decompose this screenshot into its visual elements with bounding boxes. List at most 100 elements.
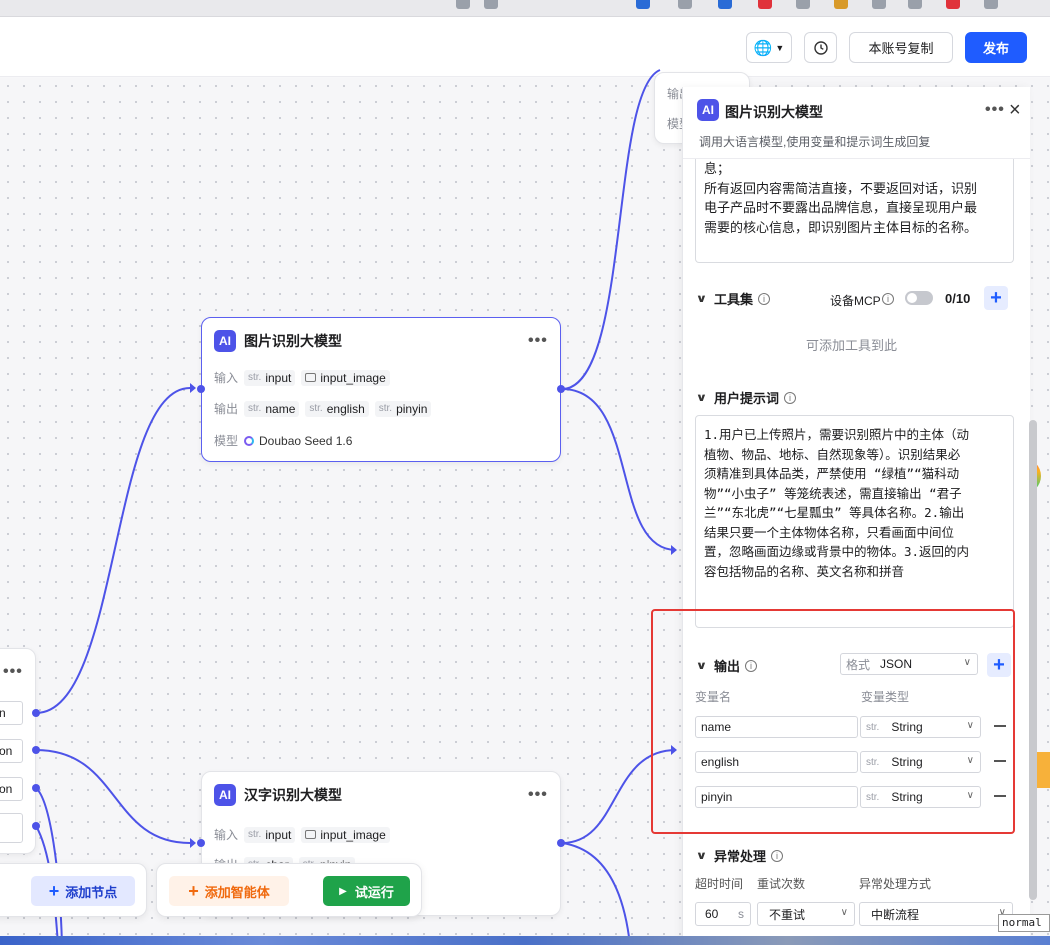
input-var-tag: input_image: [301, 826, 390, 843]
os-dock-strip: [0, 936, 1050, 945]
user-prompt-section-header[interactable]: ∨ 用户提示词 i: [695, 388, 796, 407]
plus-icon: +: [990, 286, 1002, 309]
error-title: 异常处理: [713, 849, 766, 864]
retry-value: 不重试: [769, 907, 806, 922]
col-timeout: 超时时间: [695, 877, 744, 891]
type-prefix: str.: [309, 403, 323, 414]
add-agent-button[interactable]: + 添加智能体: [169, 876, 289, 906]
input-var-tag: str. input: [244, 369, 296, 386]
more-icon[interactable]: •••: [985, 101, 1005, 119]
test-run-label: 试运行: [354, 884, 394, 900]
left-node-field[interactable]: on: [0, 739, 23, 763]
var-name: input: [265, 827, 292, 842]
var-name: name: [265, 401, 296, 416]
model-name: Doubao Seed 1.6: [259, 433, 353, 448]
var-name: input_image: [320, 370, 386, 385]
prompt-line: 须精准到具体品类，严禁使用 “绿植”“猫科动: [704, 466, 960, 481]
plus-icon: +: [188, 880, 199, 901]
col-retry: 重试次数: [757, 877, 806, 891]
user-prompt-title: 用户提示词: [713, 391, 779, 406]
more-icon[interactable]: •••: [3, 663, 23, 681]
add-node-button[interactable]: + 添加节点: [31, 876, 135, 906]
info-icon[interactable]: i: [757, 292, 770, 305]
prompt-line: 息；: [704, 161, 731, 176]
info-icon[interactable]: i: [882, 293, 894, 305]
tools-count: 0/10: [945, 291, 971, 306]
chevron-down-icon: ∨: [695, 392, 708, 404]
ai-icon: AI: [214, 784, 236, 806]
prompt-line: 置，忽略画面边缘或背景中的物体。3.返回的内: [704, 544, 970, 559]
left-node-field[interactable]: on: [0, 777, 23, 801]
more-icon[interactable]: •••: [528, 786, 548, 804]
output-port[interactable]: [32, 784, 40, 792]
output-port[interactable]: [32, 709, 40, 717]
node-inputs-row: 输入 str. input input_image: [214, 826, 396, 843]
tools-title: 工具集: [713, 292, 753, 307]
var-name: english: [326, 401, 365, 416]
more-icon[interactable]: •••: [528, 332, 548, 350]
mcp-toggle[interactable]: [905, 291, 933, 305]
error-handling-section-header[interactable]: ∨ 异常处理 i: [695, 846, 783, 865]
prompt-line: 兰”“东北虎”“七星瓢虫” 等具体名称。2.输出: [704, 505, 965, 520]
prompt-line: 1.用户已上传照片，需要识别照片中的主体（动: [704, 427, 970, 442]
output-port[interactable]: [32, 822, 40, 830]
plus-icon: +: [48, 880, 60, 901]
annotation-highlight-box: [651, 609, 1015, 834]
input-var-tag: input_image: [301, 369, 390, 386]
output-port[interactable]: [557, 839, 565, 847]
chevron-down-icon: ∨: [840, 907, 848, 918]
input-label: 输入: [214, 828, 239, 842]
play-icon: ▶: [339, 885, 347, 897]
type-prefix: str.: [248, 372, 262, 383]
panel-title: 图片识别大模型: [725, 104, 823, 120]
chevron-down-icon: ∨: [695, 293, 708, 305]
panel-header: AI 图片识别大模型 ••• × 调用大语言模型,使用变量和提示词生成回复: [683, 87, 1030, 159]
prompt-line: 电子产品时不要露出品牌信息，直接呈现用户最: [704, 200, 978, 215]
input-port[interactable]: [197, 839, 205, 847]
image-recognition-llm-node[interactable]: AI 图片识别大模型 ••• 输入 str. input input_image …: [201, 317, 561, 462]
input-port[interactable]: [197, 385, 205, 393]
image-icon: [305, 373, 317, 382]
model-label: 模型: [214, 434, 239, 448]
panel-scrollbar[interactable]: [1029, 420, 1037, 900]
var-name: input: [265, 370, 292, 385]
user-prompt-textarea[interactable]: 1.用户已上传照片，需要识别照片中的主体（动 植物、物品、地标、自然现象等）。识…: [695, 415, 1014, 628]
system-prompt-textarea[interactable]: 息； 所有返回内容需简洁直接，不要返回对话，识别 电子产品时不要露出品牌信息，直…: [695, 159, 1014, 263]
info-icon[interactable]: i: [770, 849, 783, 862]
info-icon[interactable]: i: [783, 391, 796, 404]
toolbar-right-group: + 添加智能体 ▶ 试运行: [156, 863, 422, 917]
image-icon: [305, 830, 317, 839]
status-tooltip: normal: [998, 914, 1050, 932]
node-model-row: 模型 Doubao Seed 1.6: [214, 432, 352, 449]
method-value: 中断流程: [871, 907, 920, 922]
mcp-label: 设备MCP: [830, 294, 881, 308]
left-node-field[interactable]: [0, 813, 23, 843]
ai-icon: AI: [214, 330, 236, 352]
tools-empty-hint: 可添加工具到此: [806, 338, 898, 353]
chevron-down-icon: ∨: [695, 850, 708, 862]
test-run-button[interactable]: ▶ 试运行: [323, 876, 410, 906]
edge-image-node-to-top: [561, 69, 661, 390]
tools-section-header[interactable]: ∨ 工具集 i: [695, 289, 770, 308]
add-agent-label: 添加智能体: [204, 884, 270, 900]
edge-char-node-down: [561, 842, 631, 945]
retry-select[interactable]: 不重试 ∨: [757, 902, 855, 926]
node-title: 汉字识别大模型: [244, 787, 342, 803]
add-tool-button[interactable]: +: [984, 286, 1008, 310]
output-port[interactable]: [557, 385, 565, 393]
toolbar-left-group: + 添加节点: [0, 863, 147, 917]
node-inputs-row: 输入 str. input input_image: [214, 369, 396, 386]
close-icon[interactable]: ×: [1009, 99, 1021, 122]
node-header: AI 汉字识别大模型: [214, 784, 342, 806]
input-var-tag: str. input: [244, 826, 296, 843]
error-method-select[interactable]: 中断流程 ∨: [859, 902, 1013, 926]
output-port[interactable]: [32, 746, 40, 754]
timeout-input[interactable]: 60 s: [695, 902, 751, 926]
output-var-tag: str.pinyin: [374, 400, 432, 417]
output-var-tag: str. name: [244, 400, 300, 417]
timeout-unit: s: [738, 907, 744, 921]
output-var-tag: str. english: [305, 400, 369, 417]
var-name: pinyin: [396, 401, 428, 416]
left-node-field[interactable]: n: [0, 701, 23, 725]
partial-node-left[interactable]: ••• n on on: [0, 648, 36, 854]
